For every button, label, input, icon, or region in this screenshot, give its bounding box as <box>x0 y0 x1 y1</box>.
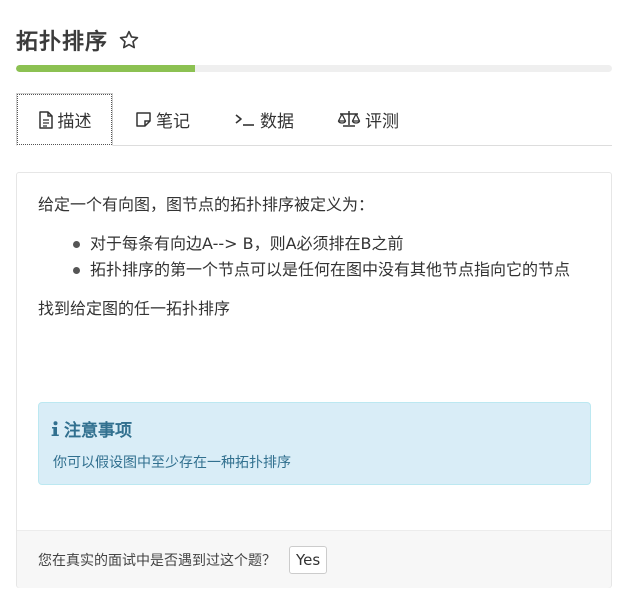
problem-panel: 给定一个有向图，图节点的拓扑排序被定义为： 对于每条有向边A--> B，则A必须… <box>16 172 612 588</box>
tab-data[interactable]: 数据 <box>234 93 294 145</box>
interview-question: 您在真实的面试中是否遇到过这个题？ <box>38 552 276 569</box>
tab-bar: 描述 笔记 数据 评测 <box>16 93 612 146</box>
tab-notes[interactable]: 笔记 <box>135 93 190 145</box>
document-icon <box>38 110 54 129</box>
description-goal: 找到给定图的任一拓扑排序 <box>38 299 231 318</box>
yes-button[interactable]: Yes <box>289 545 328 574</box>
notice-title: 注意事项 <box>64 421 132 441</box>
progress-fill <box>16 65 195 72</box>
notice-title-row: 注意事项 <box>51 416 132 441</box>
scale-icon <box>337 110 361 128</box>
note-icon <box>135 111 152 128</box>
page-title: 拓扑排序 <box>16 30 109 55</box>
description-intro: 给定一个有向图，图节点的拓扑排序被定义为： <box>38 195 375 214</box>
tab-label: 评测 <box>365 111 399 132</box>
star-icon[interactable] <box>118 29 140 51</box>
info-icon <box>51 420 59 437</box>
tab-label: 笔记 <box>156 111 190 132</box>
list-item: 对于每条有向边A--> B，则A必须排在B之前 <box>73 231 593 257</box>
terminal-icon <box>234 111 256 127</box>
tab-description[interactable]: 描述 <box>16 93 113 146</box>
tab-judge[interactable]: 评测 <box>337 93 399 145</box>
tab-label: 描述 <box>57 112 92 132</box>
description-bullets: 对于每条有向边A--> B，则A必须排在B之前 拓扑排序的第一个节点可以是任何在… <box>38 231 593 283</box>
notice-text: 你可以假设图中至少存在一种拓扑排序 <box>53 455 291 471</box>
interview-footer: 您在真实的面试中是否遇到过这个题？ Yes <box>17 530 611 588</box>
title-row: 拓扑排序 <box>16 24 140 56</box>
tab-label: 数据 <box>260 111 294 132</box>
problem-description: 给定一个有向图，图节点的拓扑排序被定义为： 对于每条有向边A--> B，则A必须… <box>38 193 593 321</box>
list-item: 拓扑排序的第一个节点可以是任何在图中没有其他节点指向它的节点 <box>73 257 593 283</box>
notice-box: 注意事项 你可以假设图中至少存在一种拓扑排序 <box>38 402 591 485</box>
progress-bar <box>16 65 612 72</box>
